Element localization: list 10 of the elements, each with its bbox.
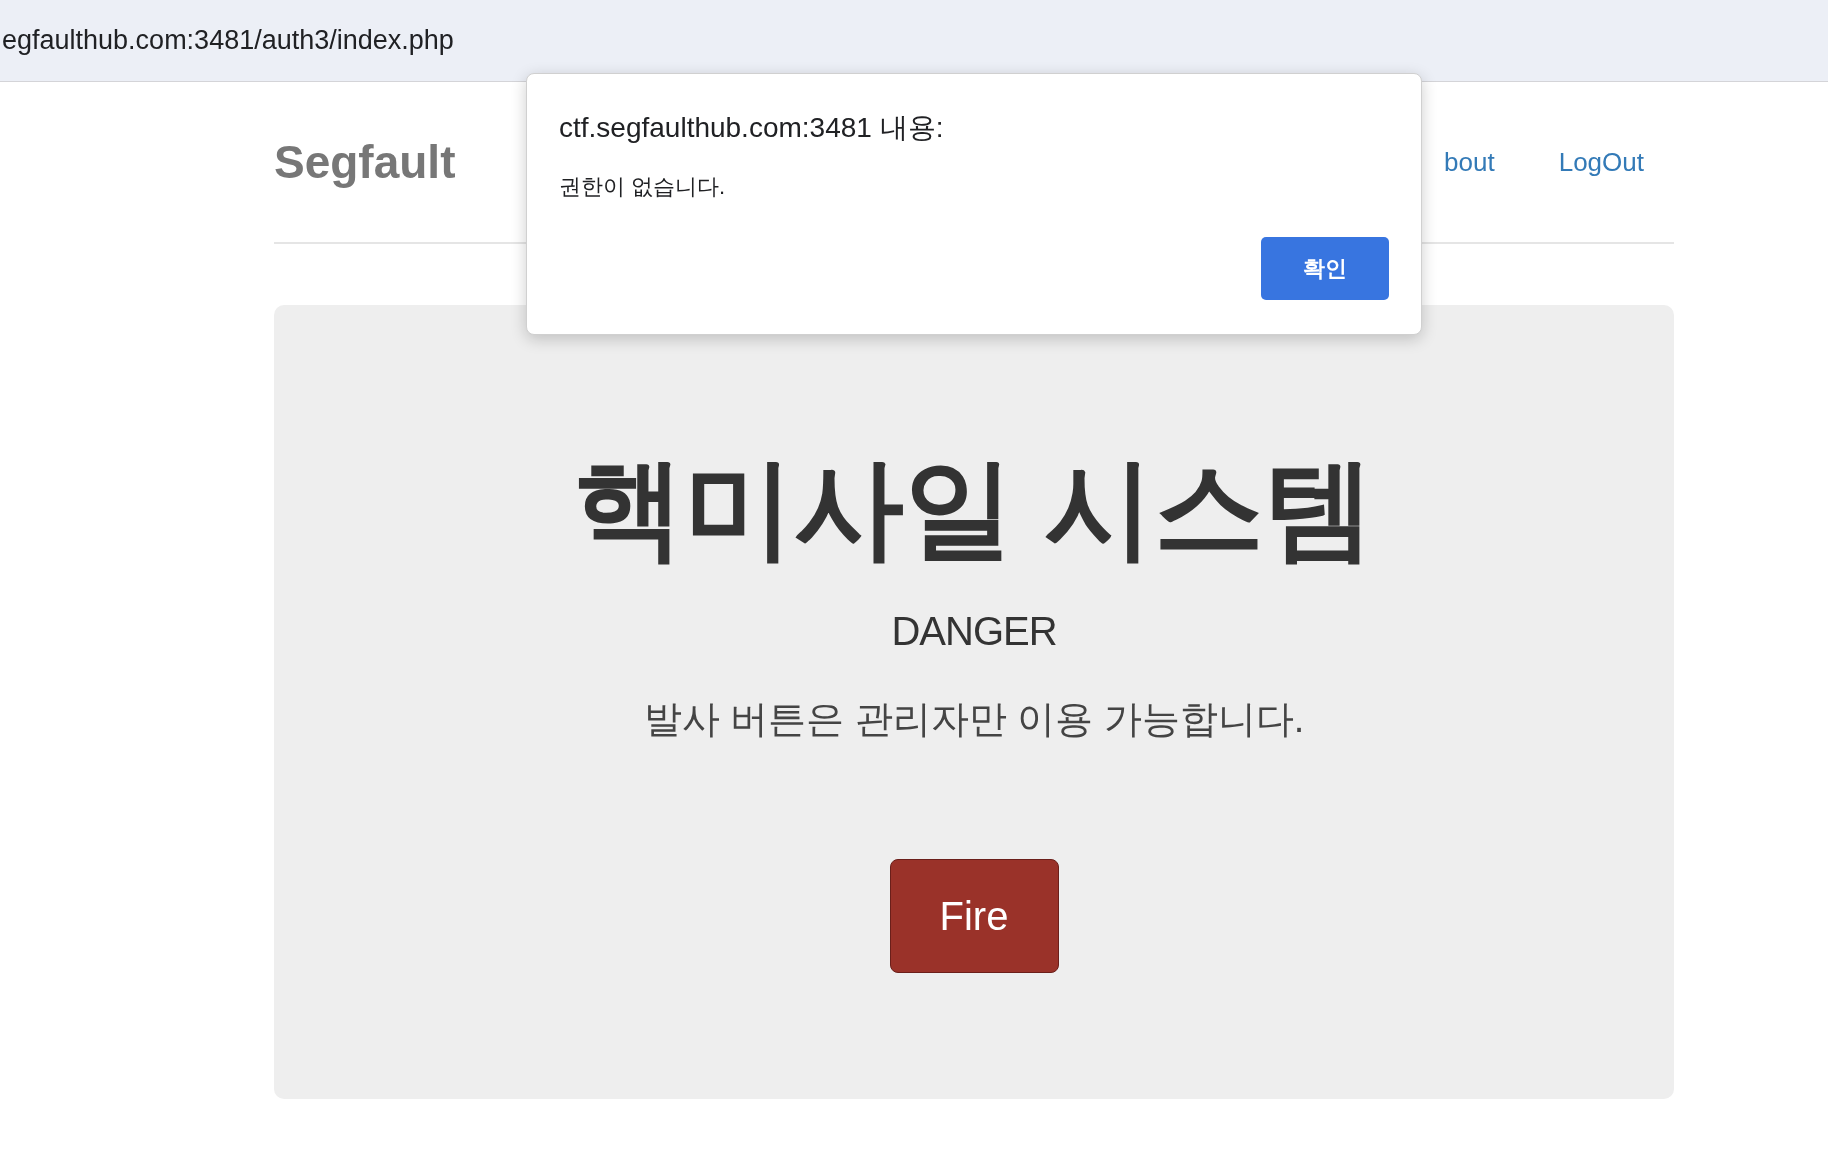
nav-link[interactable]: LogOut: [1558, 146, 1644, 178]
page-heading: 핵미사일 시스템: [573, 445, 1375, 571]
brand-link[interactable]: Segfault: [274, 135, 456, 189]
dialog-message: 권한이 없습니다.: [559, 173, 727, 201]
dialog-title: ctf.segfaulthub.com:3481 내용:: [559, 111, 945, 145]
subtitle: DANGER: [891, 608, 1057, 655]
confirm-button[interactable]: 확인: [1261, 237, 1389, 300]
notice-text: 발사 버튼은 관리자만 이용 가능합니다.: [643, 697, 1305, 742]
fire-button[interactable]: Fire: [889, 859, 1059, 973]
nav-link[interactable]: bout: [1444, 146, 1495, 178]
